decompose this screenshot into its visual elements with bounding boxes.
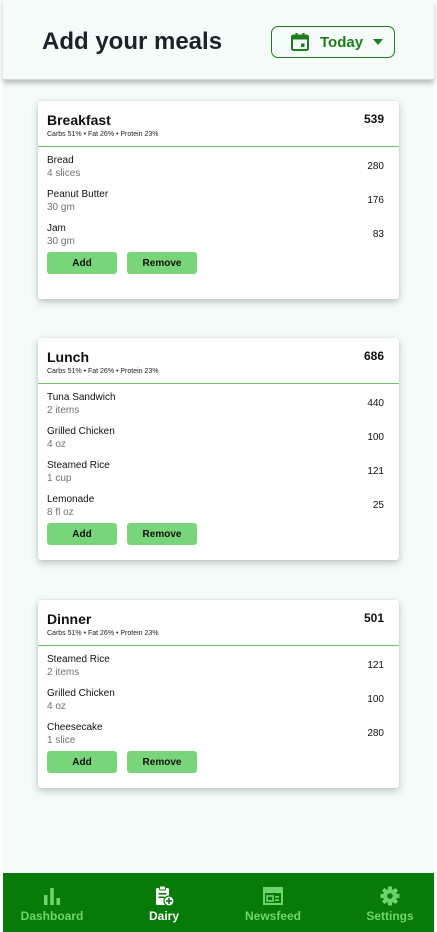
nav-label: Newsfeed: [244, 909, 302, 923]
food-quantity: 8 fl oz: [47, 507, 74, 518]
food-calories: 280: [367, 728, 384, 739]
food-calories: 121: [367, 660, 384, 671]
meal-macros: Carbs 51% • Fat 26% • Protein 23%: [47, 630, 159, 637]
meal-title: Lunch: [47, 349, 89, 365]
food-quantity: 4 oz: [47, 439, 66, 450]
newspaper-icon: [263, 887, 283, 905]
food-quantity: 4 slices: [47, 168, 81, 179]
food-item[interactable]: Bread 4 slices 280: [38, 147, 399, 181]
meal-card-header: Lunch 686 Carbs 51% • Fat 26% • Protein …: [38, 338, 399, 384]
food-item[interactable]: Lemonade 8 fl oz 25: [38, 486, 399, 520]
food-name: Bread: [47, 155, 74, 166]
date-selector-button[interactable]: Today: [271, 26, 395, 58]
header-bar: Add your meals Today: [3, 0, 434, 80]
add-food-button[interactable]: Add: [47, 751, 117, 773]
food-calories: 176: [367, 195, 384, 206]
nav-label: Dashboard: [20, 909, 84, 923]
meal-macros: Carbs 51% • Fat 26% • Protein 23%: [47, 368, 159, 375]
nav-item-dairy[interactable]: Dairy: [146, 873, 182, 932]
remove-food-button[interactable]: Remove: [127, 751, 197, 773]
page-title: Add your meals: [42, 28, 223, 55]
remove-food-button[interactable]: Remove: [127, 523, 197, 545]
app-screen: Add your meals Today Breakfast 539 Carbs…: [3, 0, 434, 932]
food-name: Peanut Butter: [47, 189, 109, 200]
food-item[interactable]: Grilled Chicken 4 oz 100: [38, 680, 399, 714]
food-name: Steamed Rice: [47, 460, 110, 471]
meal-title: Breakfast: [47, 112, 111, 128]
food-item[interactable]: Steamed Rice 2 items 121: [38, 646, 399, 680]
meal-actions: Add Remove: [38, 520, 399, 560]
meal-card-breakfast: Breakfast 539 Carbs 51% • Fat 26% • Prot…: [38, 101, 399, 299]
food-calories: 25: [372, 500, 384, 511]
food-calories: 100: [367, 694, 384, 705]
food-quantity: 1 cup: [47, 473, 72, 484]
food-item[interactable]: Cheesecake 1 slice 280: [38, 714, 399, 748]
meal-card-header: Breakfast 539 Carbs 51% • Fat 26% • Prot…: [38, 101, 399, 147]
food-quantity: 1 slice: [47, 735, 76, 746]
food-quantity: 2 items: [47, 667, 80, 678]
food-name: Grilled Chicken: [47, 426, 115, 437]
food-name: Jam: [47, 223, 66, 234]
clipboard-add-icon: [156, 885, 175, 907]
food-calories: 121: [367, 466, 384, 477]
remove-food-button[interactable]: Remove: [127, 252, 197, 274]
food-name: Steamed Rice: [47, 654, 110, 665]
food-item[interactable]: Tuna Sandwich 2 items 440: [38, 384, 399, 418]
date-selector-label: Today: [320, 33, 364, 51]
nav-label: Settings: [366, 909, 414, 923]
food-name: Lemonade: [47, 494, 95, 505]
meal-total-calories: 501: [363, 611, 384, 625]
meal-total-calories: 686: [363, 349, 384, 363]
food-quantity: 30 gm: [47, 236, 75, 247]
food-name: Tuna Sandwich: [47, 392, 116, 403]
add-food-button[interactable]: Add: [47, 523, 117, 545]
food-item[interactable]: Jam 30 gm 83: [38, 215, 399, 249]
food-item[interactable]: Steamed Rice 1 cup 121: [38, 452, 399, 486]
food-quantity: 2 items: [47, 405, 80, 416]
food-calories: 83: [372, 229, 384, 240]
nav-item-settings[interactable]: Settings: [365, 873, 415, 932]
food-quantity: 30 gm: [47, 202, 75, 213]
nav-label: Dairy: [148, 909, 180, 923]
meal-total-calories: 539: [363, 112, 384, 126]
meal-title: Dinner: [47, 611, 92, 627]
food-calories: 280: [367, 161, 384, 172]
meal-actions: Add Remove: [38, 249, 399, 289]
meal-card-dinner: Dinner 501 Carbs 51% • Fat 26% • Protein…: [38, 600, 399, 788]
gear-icon: [380, 886, 400, 906]
food-calories: 440: [367, 398, 384, 409]
meal-actions: Add Remove: [38, 748, 399, 788]
food-quantity: 4 oz: [47, 701, 66, 712]
bar-chart-icon: [44, 888, 60, 905]
meal-card-lunch: Lunch 686 Carbs 51% • Fat 26% • Protein …: [38, 338, 399, 560]
nav-item-newsfeed[interactable]: Newsfeed: [245, 873, 301, 932]
calendar-icon: [291, 33, 309, 51]
bottom-navigation: Dashboard Dairy Newsfeed Settings: [3, 873, 434, 932]
nav-item-dashboard[interactable]: Dashboard: [20, 873, 84, 932]
meal-macros: Carbs 51% • Fat 26% • Protein 23%: [47, 131, 159, 138]
add-food-button[interactable]: Add: [47, 252, 117, 274]
food-calories: 100: [367, 432, 384, 443]
food-name: Cheesecake: [47, 722, 103, 733]
meal-card-header: Dinner 501 Carbs 51% • Fat 26% • Protein…: [38, 600, 399, 646]
caret-down-icon: [373, 39, 383, 45]
food-item[interactable]: Peanut Butter 30 gm 176: [38, 181, 399, 215]
food-item[interactable]: Grilled Chicken 4 oz 100: [38, 418, 399, 452]
food-name: Grilled Chicken: [47, 688, 115, 699]
